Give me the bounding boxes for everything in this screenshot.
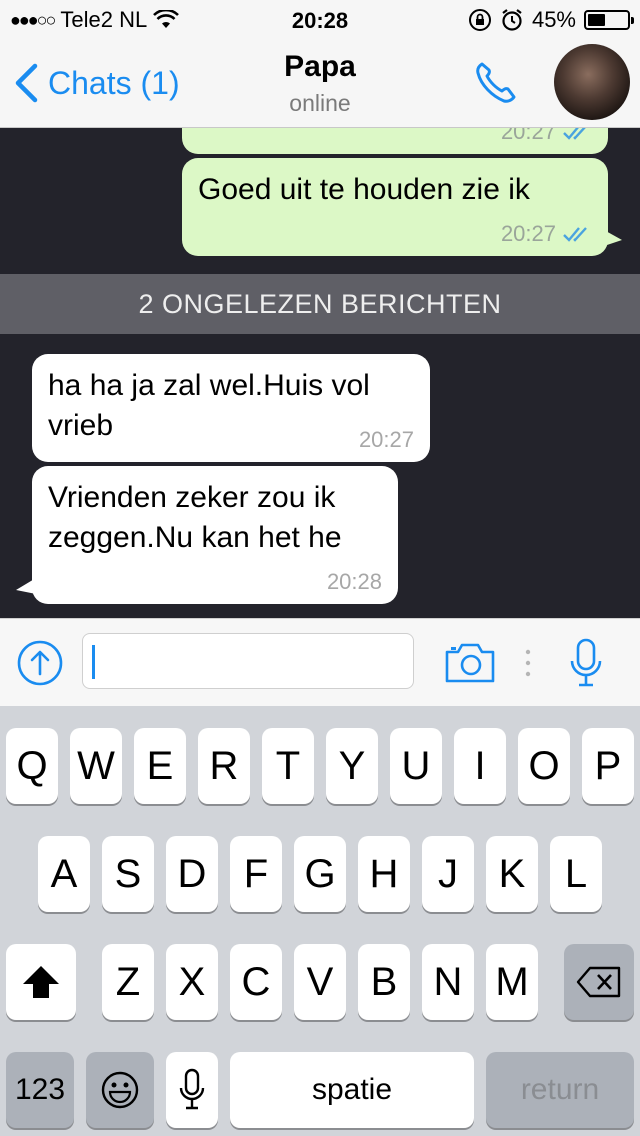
message-meta: 20:27 bbox=[501, 222, 592, 246]
chat-header: Chats (1) Papa online bbox=[0, 40, 640, 128]
share-button[interactable] bbox=[16, 639, 64, 687]
key-b[interactable]: B bbox=[358, 944, 410, 1020]
backspace-key[interactable] bbox=[564, 944, 634, 1020]
camera-button[interactable] bbox=[444, 641, 496, 685]
shift-key[interactable] bbox=[6, 944, 76, 1020]
key-y[interactable]: Y bbox=[326, 728, 378, 804]
message-meta: 20:27 bbox=[359, 428, 414, 452]
key-e[interactable]: E bbox=[134, 728, 186, 804]
message-text: Vrienden zeker zou ik zeggen.Nu kan het … bbox=[48, 481, 342, 554]
call-button[interactable] bbox=[470, 58, 526, 108]
message-text: ha ha ja zal wel.Huis vol vrieb bbox=[48, 369, 370, 442]
message-time: 20:27 bbox=[500, 128, 556, 144]
message-meta: 20:28 bbox=[327, 570, 382, 594]
microphone-icon bbox=[570, 638, 602, 687]
keyboard: Q W E R T Y U I O P A S D F G H J K L Z … bbox=[0, 706, 640, 1136]
voice-message-button[interactable] bbox=[566, 637, 606, 689]
key-n[interactable]: N bbox=[422, 944, 474, 1020]
space-key[interactable]: spatie bbox=[230, 1052, 474, 1128]
message-bubble-outgoing[interactable]: 20:27 bbox=[182, 128, 608, 154]
key-c[interactable]: C bbox=[230, 944, 282, 1020]
key-p[interactable]: P bbox=[582, 728, 634, 804]
camera-icon bbox=[445, 643, 495, 683]
status-bar: ●●●○○ Tele2 NL 20:28 45% bbox=[0, 0, 640, 40]
message-text: Goed uit te houden zie ik bbox=[198, 173, 530, 206]
phone-icon bbox=[476, 62, 516, 103]
key-r[interactable]: R bbox=[198, 728, 250, 804]
backspace-icon bbox=[576, 966, 621, 998]
back-button-label: Chats (1) bbox=[48, 64, 180, 101]
key-g[interactable]: G bbox=[294, 836, 346, 912]
alarm-icon bbox=[502, 9, 522, 31]
message-bubble-incoming[interactable]: ha ha ja zal wel.Huis vol vrieb 20:27 bbox=[32, 354, 430, 462]
message-time: 20:27 bbox=[358, 427, 414, 452]
chevron-left-icon bbox=[15, 63, 38, 103]
wifi-icon bbox=[153, 10, 180, 28]
key-u[interactable]: U bbox=[390, 728, 442, 804]
key-q[interactable]: Q bbox=[6, 728, 58, 804]
chat-area[interactable]: 20:27 Goed uit te houden zie ik 20:27 2 … bbox=[0, 128, 640, 618]
key-k[interactable]: K bbox=[486, 836, 538, 912]
carrier-name: Tele2 NL bbox=[60, 7, 148, 32]
battery-fill bbox=[588, 14, 606, 26]
more-dots-icon bbox=[525, 649, 531, 677]
bubble-tail bbox=[16, 578, 36, 594]
status-left: ●●●○○ Tele2 NL bbox=[10, 0, 180, 40]
message-meta: 20:27 bbox=[501, 128, 592, 144]
return-key[interactable]: return bbox=[486, 1052, 634, 1128]
key-v[interactable]: V bbox=[294, 944, 346, 1020]
key-h[interactable]: H bbox=[358, 836, 410, 912]
key-x[interactable]: X bbox=[166, 944, 218, 1020]
share-icon bbox=[17, 640, 63, 686]
message-input-bar bbox=[0, 618, 640, 706]
message-bubble-outgoing[interactable]: Goed uit te houden zie ik 20:27 bbox=[182, 158, 622, 256]
battery-percent: 45% bbox=[531, 7, 576, 32]
signal-strength: ●●●○○ bbox=[10, 9, 56, 30]
key-w[interactable]: W bbox=[70, 728, 122, 804]
unread-divider: 2 ONGELEZEN BERICHTEN bbox=[0, 274, 640, 334]
status-right: 45% bbox=[468, 0, 634, 40]
read-ticks-icon bbox=[563, 227, 587, 242]
message-bubble-incoming[interactable]: Vrienden zeker zou ik zeggen.Nu kan het … bbox=[16, 466, 398, 604]
orientation-lock-icon bbox=[468, 9, 491, 31]
emoji-icon bbox=[101, 1071, 139, 1109]
avatar[interactable] bbox=[554, 44, 630, 120]
key-s[interactable]: S bbox=[102, 836, 154, 912]
key-f[interactable]: F bbox=[230, 836, 282, 912]
key-l[interactable]: L bbox=[550, 836, 602, 912]
emoji-key[interactable] bbox=[86, 1052, 154, 1128]
numbers-key[interactable]: 123 bbox=[6, 1052, 74, 1128]
dictation-mic-icon bbox=[179, 1068, 205, 1110]
key-a[interactable]: A bbox=[38, 836, 90, 912]
key-o[interactable]: O bbox=[518, 728, 570, 804]
read-ticks-icon bbox=[563, 128, 586, 140]
shift-icon bbox=[23, 966, 59, 998]
key-t[interactable]: T bbox=[262, 728, 314, 804]
back-button[interactable]: Chats (1) bbox=[14, 58, 180, 108]
key-j[interactable]: J bbox=[422, 836, 474, 912]
message-time: 20:28 bbox=[326, 569, 382, 594]
key-z[interactable]: Z bbox=[102, 944, 154, 1020]
dictation-key[interactable] bbox=[166, 1052, 218, 1128]
battery-icon bbox=[584, 10, 634, 30]
message-input[interactable] bbox=[82, 633, 414, 689]
key-d[interactable]: D bbox=[166, 836, 218, 912]
key-m[interactable]: M bbox=[486, 944, 538, 1020]
message-time: 20:27 bbox=[500, 221, 556, 246]
bubble-tail bbox=[604, 230, 622, 246]
key-i[interactable]: I bbox=[454, 728, 506, 804]
